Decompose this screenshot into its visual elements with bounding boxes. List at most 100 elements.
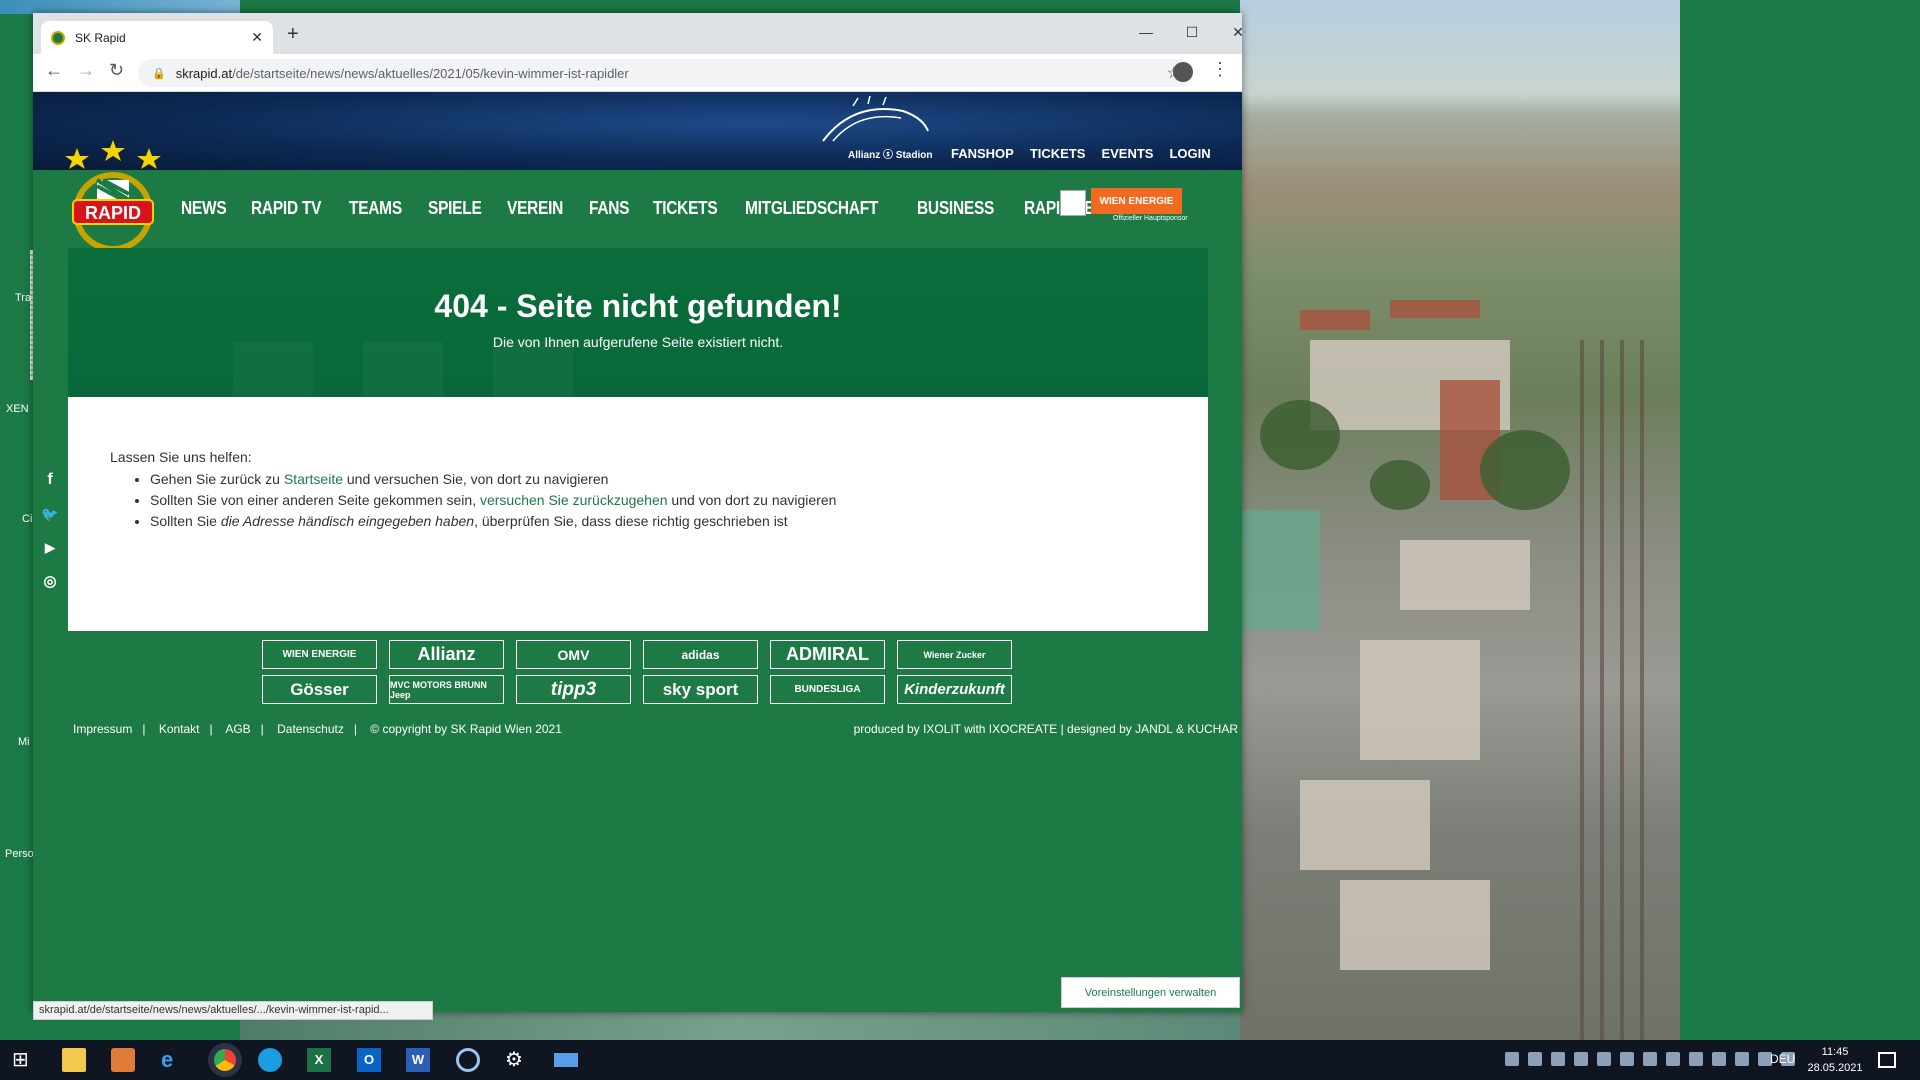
tray-icon[interactable] [1528,1052,1542,1066]
language-indicator[interactable]: DEU [1770,1052,1795,1066]
nav-spiele[interactable]: SPIELE [428,198,482,219]
edge-icon[interactable] [258,1048,282,1072]
footer-link-impressum[interactable]: Impressum [73,722,132,736]
lock-icon[interactable]: 🔒 [152,67,166,80]
minimize-button[interactable]: — [1126,19,1166,45]
error-hero: ▮▮▮ 404 - Seite nicht gefunden! Die von … [68,248,1208,397]
tray-icon[interactable] [1689,1052,1703,1066]
desktop-label[interactable]: Mi [18,736,30,748]
outlook-icon[interactable]: O [357,1048,381,1072]
nav-tickets[interactable]: TICKETS [653,198,718,219]
desktop-label[interactable]: Ci [22,513,32,525]
cookie-preferences-button[interactable]: Voreinstellungen verwalten [1061,977,1240,1008]
tray-icon[interactable] [1597,1052,1611,1066]
nav-news[interactable]: NEWS [181,198,227,219]
window-app-icon[interactable] [554,1053,578,1067]
rapid-crest-logo[interactable]: RAPID [63,140,163,258]
sponsor-admiral[interactable]: ADMIRAL [770,640,885,669]
help-content: Lassen Sie uns helfen: Gehen Sie zurück … [68,397,1208,631]
sponsor-tipp3[interactable]: tipp3 [516,675,631,704]
nav-rapid-tv[interactable]: RAPID TV [251,198,321,219]
sponsor-allianz[interactable]: Allianz [389,640,504,669]
browser-menu-icon[interactable]: ⋮ [1211,59,1229,80]
media-player-icon[interactable] [111,1048,135,1072]
tray-icon[interactable] [1735,1052,1749,1066]
desktop-label[interactable]: Tra [15,292,31,304]
site-top-strip: Allianz ⓢ Stadion FANSHOP TICKETS EVENTS… [33,92,1242,170]
desktop-label[interactable]: Perso [5,848,34,860]
facebook-icon[interactable]: f [41,471,59,489]
forward-arrow-icon[interactable]: → [77,60,95,81]
new-tab-button[interactable]: + [287,23,299,46]
nav-mitgliedschaft[interactable]: MITGLIEDSCHAFT [745,198,878,219]
tray-icon[interactable] [1620,1052,1634,1066]
excel-icon[interactable]: X [307,1048,331,1072]
sponsor-mvc-jeep[interactable]: MVC MOTORS BRUNN Jeep [389,675,504,704]
tray-icon[interactable] [1505,1052,1519,1066]
top-links: FANSHOP TICKETS EVENTS LOGIN [951,146,1211,161]
help-emphasis: die Adresse händisch eingegeben haben [220,513,475,529]
notifications-icon[interactable] [1878,1052,1896,1068]
youtube-icon[interactable]: ▶ [41,539,59,557]
sponsor-goesser[interactable]: Gösser [262,675,377,704]
web-page: Allianz ⓢ Stadion FANSHOP TICKETS EVENTS… [33,92,1242,1012]
tray-icon[interactable] [1551,1052,1565,1066]
url-input[interactable]: 🔒 skrapid.at/de/startseite/news/news/akt… [138,59,1193,87]
footer-link-agb[interactable]: AGB [225,722,250,736]
settings-gear-icon[interactable]: ⚙ [505,1048,529,1072]
taskbar: ⊞ e X O W ⚙ DEU 11:45 28.05.2021 [0,1040,1920,1080]
sponsor-omv[interactable]: OMV [516,640,631,669]
page-subtitle: Die von Ihnen aufgerufene Seite existier… [492,334,784,350]
nav-verein[interactable]: VEREIN [507,198,563,219]
main-sponsor-caption: Offizieller Hauptsponsor [1113,215,1188,222]
wien-energie-sponsor[interactable]: WIEN ENERGIE [1091,188,1182,214]
windows-start-icon[interactable]: ⊞ [12,1048,36,1072]
sponsor-wien-energie[interactable]: WIEN ENERGIE [262,640,377,669]
list-item: Sollten Sie die Adresse händisch eingege… [150,511,1166,532]
back-arrow-icon[interactable]: ← [45,60,63,81]
sponsor-adidas[interactable]: adidas [643,640,758,669]
footer-link-kontakt[interactable]: Kontakt [159,722,200,736]
nav-business[interactable]: BUSINESS [917,198,994,219]
clock[interactable]: 11:45 28.05.2021 [1800,1044,1870,1076]
tray-icon[interactable] [1712,1052,1726,1066]
tray-icon[interactable] [1643,1052,1657,1066]
instagram-icon[interactable]: ◎ [41,573,59,591]
tray-icon[interactable] [1574,1052,1588,1066]
top-link-fanshop[interactable]: FANSHOP [951,146,1014,161]
tray-icon[interactable] [1666,1052,1680,1066]
top-link-login[interactable]: LOGIN [1169,146,1210,161]
nav-teams[interactable]: TEAMS [349,198,402,219]
app-icon[interactable] [456,1048,480,1072]
page-title: 404 - Seite nicht gefunden! [434,288,842,324]
sponsor-kinderzukunft[interactable]: Kinderzukunft [897,675,1012,704]
file-explorer-icon[interactable] [62,1048,86,1072]
twitter-icon[interactable]: 🐦 [41,505,59,523]
top-link-tickets[interactable]: TICKETS [1030,146,1086,161]
word-icon[interactable]: W [406,1048,430,1072]
help-text: und von dort zu navigieren [667,492,837,508]
maximize-button[interactable]: ☐ [1172,19,1212,45]
footer-link-datenschutz[interactable]: Datenschutz [277,722,344,736]
sponsor-sky-sport[interactable]: sky sport [643,675,758,704]
sponsor-bundesliga[interactable]: BUNDESLIGA [770,675,885,704]
browser-tab[interactable]: SK Rapid ✕ [41,21,273,54]
footer-credits[interactable]: produced by IXOLIT with IXOCREATE | desi… [854,722,1238,736]
nav-fans[interactable]: FANS [589,198,630,219]
chrome-icon[interactable] [208,1043,242,1077]
desktop-label[interactable]: XEN [6,403,29,415]
sponsor-badge-icon[interactable] [1060,190,1086,216]
desktop-right-area [1680,0,1920,1040]
close-window-button[interactable]: ✕ [1218,19,1258,45]
allianz-stadion-logo[interactable] [813,96,933,148]
sponsor-wiener-zucker[interactable]: Wiener Zucker [897,640,1012,669]
internet-explorer-icon[interactable]: e [161,1048,185,1072]
help-text: Gehen Sie zurück zu [150,471,284,487]
close-tab-icon[interactable]: ✕ [251,29,263,46]
go-back-link[interactable]: versuchen Sie zurückzugehen [480,492,668,508]
startseite-link[interactable]: Startseite [284,471,343,487]
top-link-events[interactable]: EVENTS [1101,146,1153,161]
profile-avatar-icon[interactable] [1173,62,1193,82]
reload-icon[interactable]: ↻ [109,60,124,81]
tab-bar: SK Rapid ✕ + — ☐ ✕ [33,13,1244,54]
